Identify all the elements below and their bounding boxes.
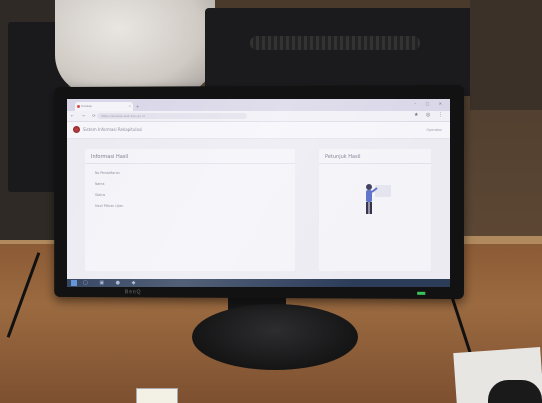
monitor-screen: Sirekap × + – ▢ ✕ ← → ⟳ https://sirekap-… (67, 99, 450, 287)
info-row: Status (95, 193, 285, 201)
taskbar-app-icons[interactable]: ▢ ▣ ● ◆ (83, 279, 140, 287)
info-row: No Pendaftaran (95, 171, 285, 179)
browser-toolbar: ← → ⟳ https://sirekap-web.kpu.go.id ★ ◎ … (67, 111, 450, 122)
window-controls[interactable]: – ▢ ✕ (414, 101, 446, 106)
tab-label: Sirekap (81, 104, 93, 108)
app-title: Sistem Informasi Rekapitulasi (83, 127, 143, 132)
info-panel: Informasi Hasil No Pendaftaran Nama Stat… (85, 149, 295, 271)
nav-arrows-icon[interactable]: ← → ⟳ (71, 113, 99, 118)
monitor-vent (250, 36, 420, 50)
address-bar[interactable]: https://sirekap-web.kpu.go.id (97, 113, 247, 119)
new-tab-button[interactable]: + (136, 102, 139, 111)
row-label: Nama (95, 182, 105, 186)
back-monitor (205, 8, 475, 96)
browser-tabbar: Sirekap × + – ▢ ✕ (67, 99, 450, 111)
divider (85, 163, 295, 164)
monitor-brand-logo: BenQ (124, 289, 142, 296)
row-label: No Pendaftaran (95, 171, 120, 175)
mouse (488, 380, 542, 403)
browser-tab[interactable]: Sirekap × (75, 102, 133, 111)
person-illustration-icon (366, 184, 391, 214)
taskbar: ▢ ▣ ● ◆ (67, 279, 450, 287)
monitor-stand-base (192, 304, 358, 370)
panel-title: Petunjuk Hasil (325, 154, 361, 160)
id-card (136, 388, 178, 403)
main-content: Informasi Hasil No Pendaftaran Nama Stat… (67, 139, 450, 279)
close-icon[interactable]: × (128, 102, 131, 111)
power-led (417, 291, 426, 295)
panel-title: Informasi Hasil (91, 154, 129, 160)
favicon-icon (77, 105, 80, 108)
info-row: Hasil Pilihan Ujian (95, 204, 285, 212)
extension-icons[interactable]: ★ ◎ ⋮ (414, 112, 446, 118)
row-label: Hasil Pilihan Ujian (95, 204, 124, 208)
back-shelf (470, 0, 542, 110)
app-logo (73, 126, 80, 133)
start-button[interactable] (71, 280, 77, 286)
person-shirt (55, 0, 215, 95)
guide-panel: Petunjuk Hasil (319, 149, 431, 271)
photo-scene: BenQ Sirekap × + – ▢ ✕ ← → ⟳ https://sir… (0, 0, 542, 403)
user-menu[interactable]: Operator (426, 126, 442, 134)
divider (319, 163, 431, 164)
info-row: Nama (95, 182, 285, 190)
app-header: Sistem Informasi Rekapitulasi Operator (67, 122, 450, 139)
row-label: Status (95, 193, 106, 197)
